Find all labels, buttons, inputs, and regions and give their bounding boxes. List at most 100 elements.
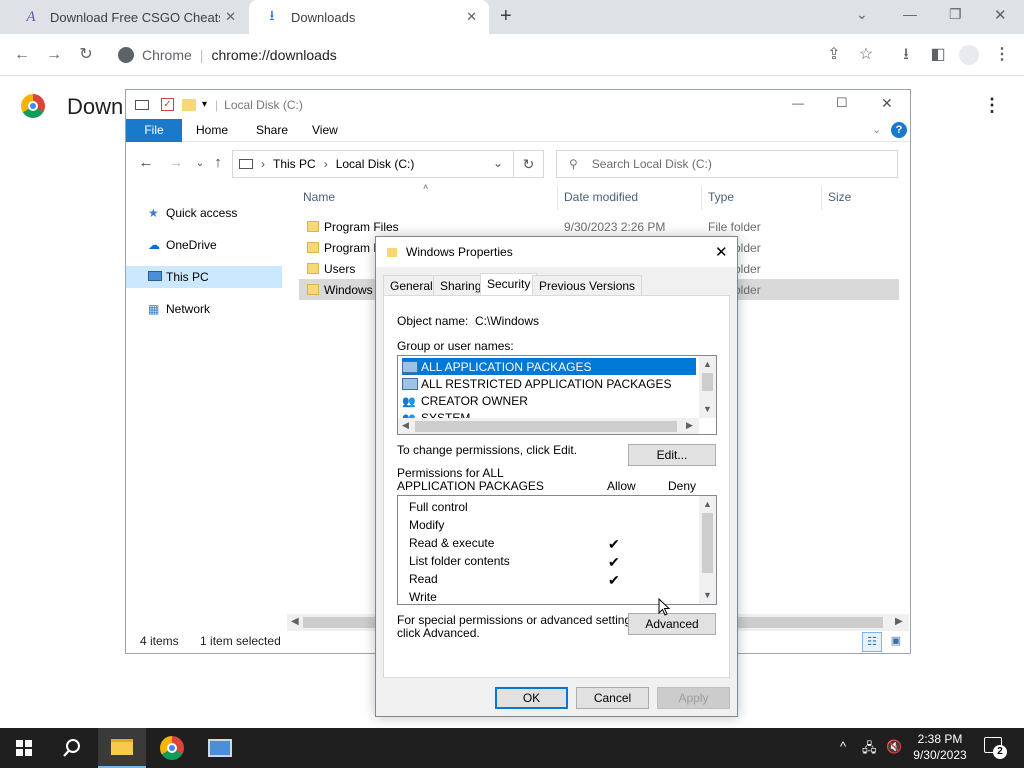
tab-previous-versions[interactable]: Previous Versions <box>532 275 643 295</box>
deny-column-label: Deny <box>668 479 697 493</box>
details-view-icon[interactable]: ☷ <box>862 632 882 652</box>
scroll-up-icon[interactable]: ▲ <box>699 356 716 373</box>
bookmark-star-icon[interactable]: ☆ <box>855 44 877 66</box>
large-icons-view-icon[interactable]: ▣ <box>886 632 906 652</box>
user-list-vscroll[interactable]: ▲ ▼ <box>699 356 716 418</box>
volume-muted-icon[interactable]: 🔇 <box>886 739 902 755</box>
breadcrumb-local-disk[interactable]: Local Disk (C:) <box>336 157 415 171</box>
start-button[interactable] <box>0 728 48 768</box>
new-folder-icon[interactable] <box>182 98 196 111</box>
close-icon[interactable]: ✕ <box>466 9 477 25</box>
side-panel-icon[interactable]: ◧ <box>927 44 949 66</box>
column-divider[interactable] <box>701 186 702 210</box>
minimize-icon[interactable]: — <box>903 6 917 22</box>
cancel-button[interactable]: Cancel <box>576 687 649 709</box>
show-hidden-icons[interactable]: ^ <box>840 739 846 754</box>
taskbar-chrome[interactable] <box>148 728 196 768</box>
reload-icon[interactable]: ↻ <box>75 44 97 66</box>
share-icon[interactable]: ⇪ <box>823 44 845 66</box>
column-name[interactable]: Name <box>303 190 335 204</box>
scroll-left-icon[interactable]: ◀ <box>402 420 409 431</box>
column-divider[interactable] <box>821 186 822 210</box>
close-icon[interactable]: ✕ <box>225 9 236 25</box>
scroll-right-icon[interactable]: ▶ <box>686 420 693 431</box>
ribbon-tab-share[interactable]: Share <box>242 119 302 142</box>
maximize-icon[interactable]: ☐ <box>836 95 848 111</box>
close-window-icon[interactable]: ✕ <box>994 6 1007 24</box>
address-separator: | <box>199 47 204 63</box>
ribbon-tab-home[interactable]: Home <box>182 119 242 142</box>
up-icon[interactable]: ↑ <box>208 154 228 171</box>
address-url: chrome://downloads <box>211 47 337 63</box>
tab-csgo-cheats[interactable]: A Download Free CSGO Cheats - A ✕ <box>8 0 248 34</box>
object-name-label: Object name: <box>397 314 469 328</box>
search-button[interactable] <box>48 728 96 768</box>
sort-ascending-icon: ˄ <box>423 182 429 192</box>
scroll-down-icon[interactable]: ▼ <box>699 401 716 418</box>
edit-button[interactable]: Edit... <box>628 444 716 466</box>
apply-button[interactable]: Apply <box>657 687 730 709</box>
network-status-icon[interactable]: 🖧 <box>862 739 877 761</box>
column-date-modified[interactable]: Date modified <box>564 190 638 204</box>
customize-quick-access-icon[interactable]: ▾ <box>202 99 207 110</box>
help-icon[interactable]: ? <box>891 122 907 138</box>
advanced-button[interactable]: Advanced <box>628 613 716 635</box>
nav-network[interactable]: ▦ Network <box>126 298 282 320</box>
permissions-vscroll[interactable]: ▲ ▼ <box>699 496 716 604</box>
forward-icon[interactable]: → <box>43 44 65 66</box>
close-window-icon[interactable]: ✕ <box>881 95 893 112</box>
tab-security[interactable]: Security <box>480 273 538 296</box>
back-icon[interactable]: ← <box>11 44 33 66</box>
profile-avatar-icon[interactable] <box>959 45 979 65</box>
ribbon-tab-view[interactable]: View <box>298 119 352 142</box>
scrollbar-thumb[interactable] <box>415 421 677 432</box>
user-list[interactable]: ALL APPLICATION PACKAGES ALL RESTRICTED … <box>397 355 717 435</box>
taskbar-file-explorer[interactable] <box>98 728 146 768</box>
scroll-left-icon[interactable]: ◀ <box>291 616 299 627</box>
back-icon[interactable]: ← <box>136 154 156 171</box>
nav-this-pc[interactable]: This PC <box>126 266 282 288</box>
network-computer-icon <box>208 739 232 757</box>
clock[interactable]: 2:38 PM 9/30/2023 <box>910 732 970 762</box>
scrollbar-thumb[interactable] <box>702 513 713 573</box>
page-menu-icon[interactable]: ⋮ <box>983 95 1001 116</box>
tab-downloads[interactable]: ⭳ Downloads ✕ <box>249 0 489 34</box>
tab-general[interactable]: General <box>383 275 440 295</box>
user-row[interactable]: ALL RESTRICTED APPLICATION PACKAGES <box>402 375 672 392</box>
file-name: Windows <box>324 282 373 297</box>
scroll-up-icon[interactable]: ▲ <box>699 496 716 513</box>
downloads-icon[interactable]: ⭳ <box>895 44 917 66</box>
close-icon[interactable]: ✕ <box>715 243 728 261</box>
column-type[interactable]: Type <box>708 190 734 204</box>
breadcrumb-this-pc[interactable]: This PC <box>273 157 316 171</box>
scrollbar-thumb[interactable] <box>702 373 713 391</box>
file-row[interactable]: Program Files 9/30/2023 2:26 PM File fol… <box>299 216 899 237</box>
address-bar[interactable]: Chrome | chrome://downloads <box>106 39 890 71</box>
user-row[interactable]: 👥 CREATOR OWNER <box>402 392 528 409</box>
search-input[interactable]: ⚲ Search Local Disk (C:) <box>556 150 898 178</box>
scroll-down-icon[interactable]: ▼ <box>699 587 716 604</box>
user-row-selected[interactable]: ALL APPLICATION PACKAGES <box>402 358 696 375</box>
tab-search-icon[interactable]: ⌄ <box>856 6 868 23</box>
forward-icon[interactable]: → <box>166 154 186 171</box>
column-size[interactable]: Size <box>828 190 851 204</box>
new-tab-button[interactable]: + <box>500 5 512 28</box>
column-divider[interactable] <box>557 186 558 210</box>
ribbon-tab-file[interactable]: File <box>126 119 182 142</box>
nav-quick-access[interactable]: ★ Quick access <box>126 202 282 224</box>
properties-icon[interactable]: ✓ <box>161 98 174 111</box>
restore-icon[interactable]: ❐ <box>949 6 962 23</box>
user-list-hscroll[interactable]: ◀ ▶ <box>398 418 699 434</box>
recent-locations-icon[interactable]: ⌄ <box>190 158 210 169</box>
chrome-menu-icon[interactable]: ⋮ <box>991 44 1013 66</box>
taskbar-network-app[interactable] <box>196 728 244 768</box>
refresh-icon[interactable]: ↻ <box>514 150 544 178</box>
nav-onedrive[interactable]: ☁ OneDrive <box>126 234 282 256</box>
file-type: File folder <box>708 219 761 234</box>
explorer-address-bar[interactable]: › This PC › Local Disk (C:) ⌄ <box>232 150 514 178</box>
expand-ribbon-icon[interactable]: ⌄ <box>872 123 881 136</box>
scroll-right-icon[interactable]: ▶ <box>895 616 903 627</box>
chevron-down-icon[interactable]: ⌄ <box>493 156 503 170</box>
minimize-icon[interactable]: — <box>792 96 804 110</box>
ok-button[interactable]: OK <box>495 687 568 709</box>
